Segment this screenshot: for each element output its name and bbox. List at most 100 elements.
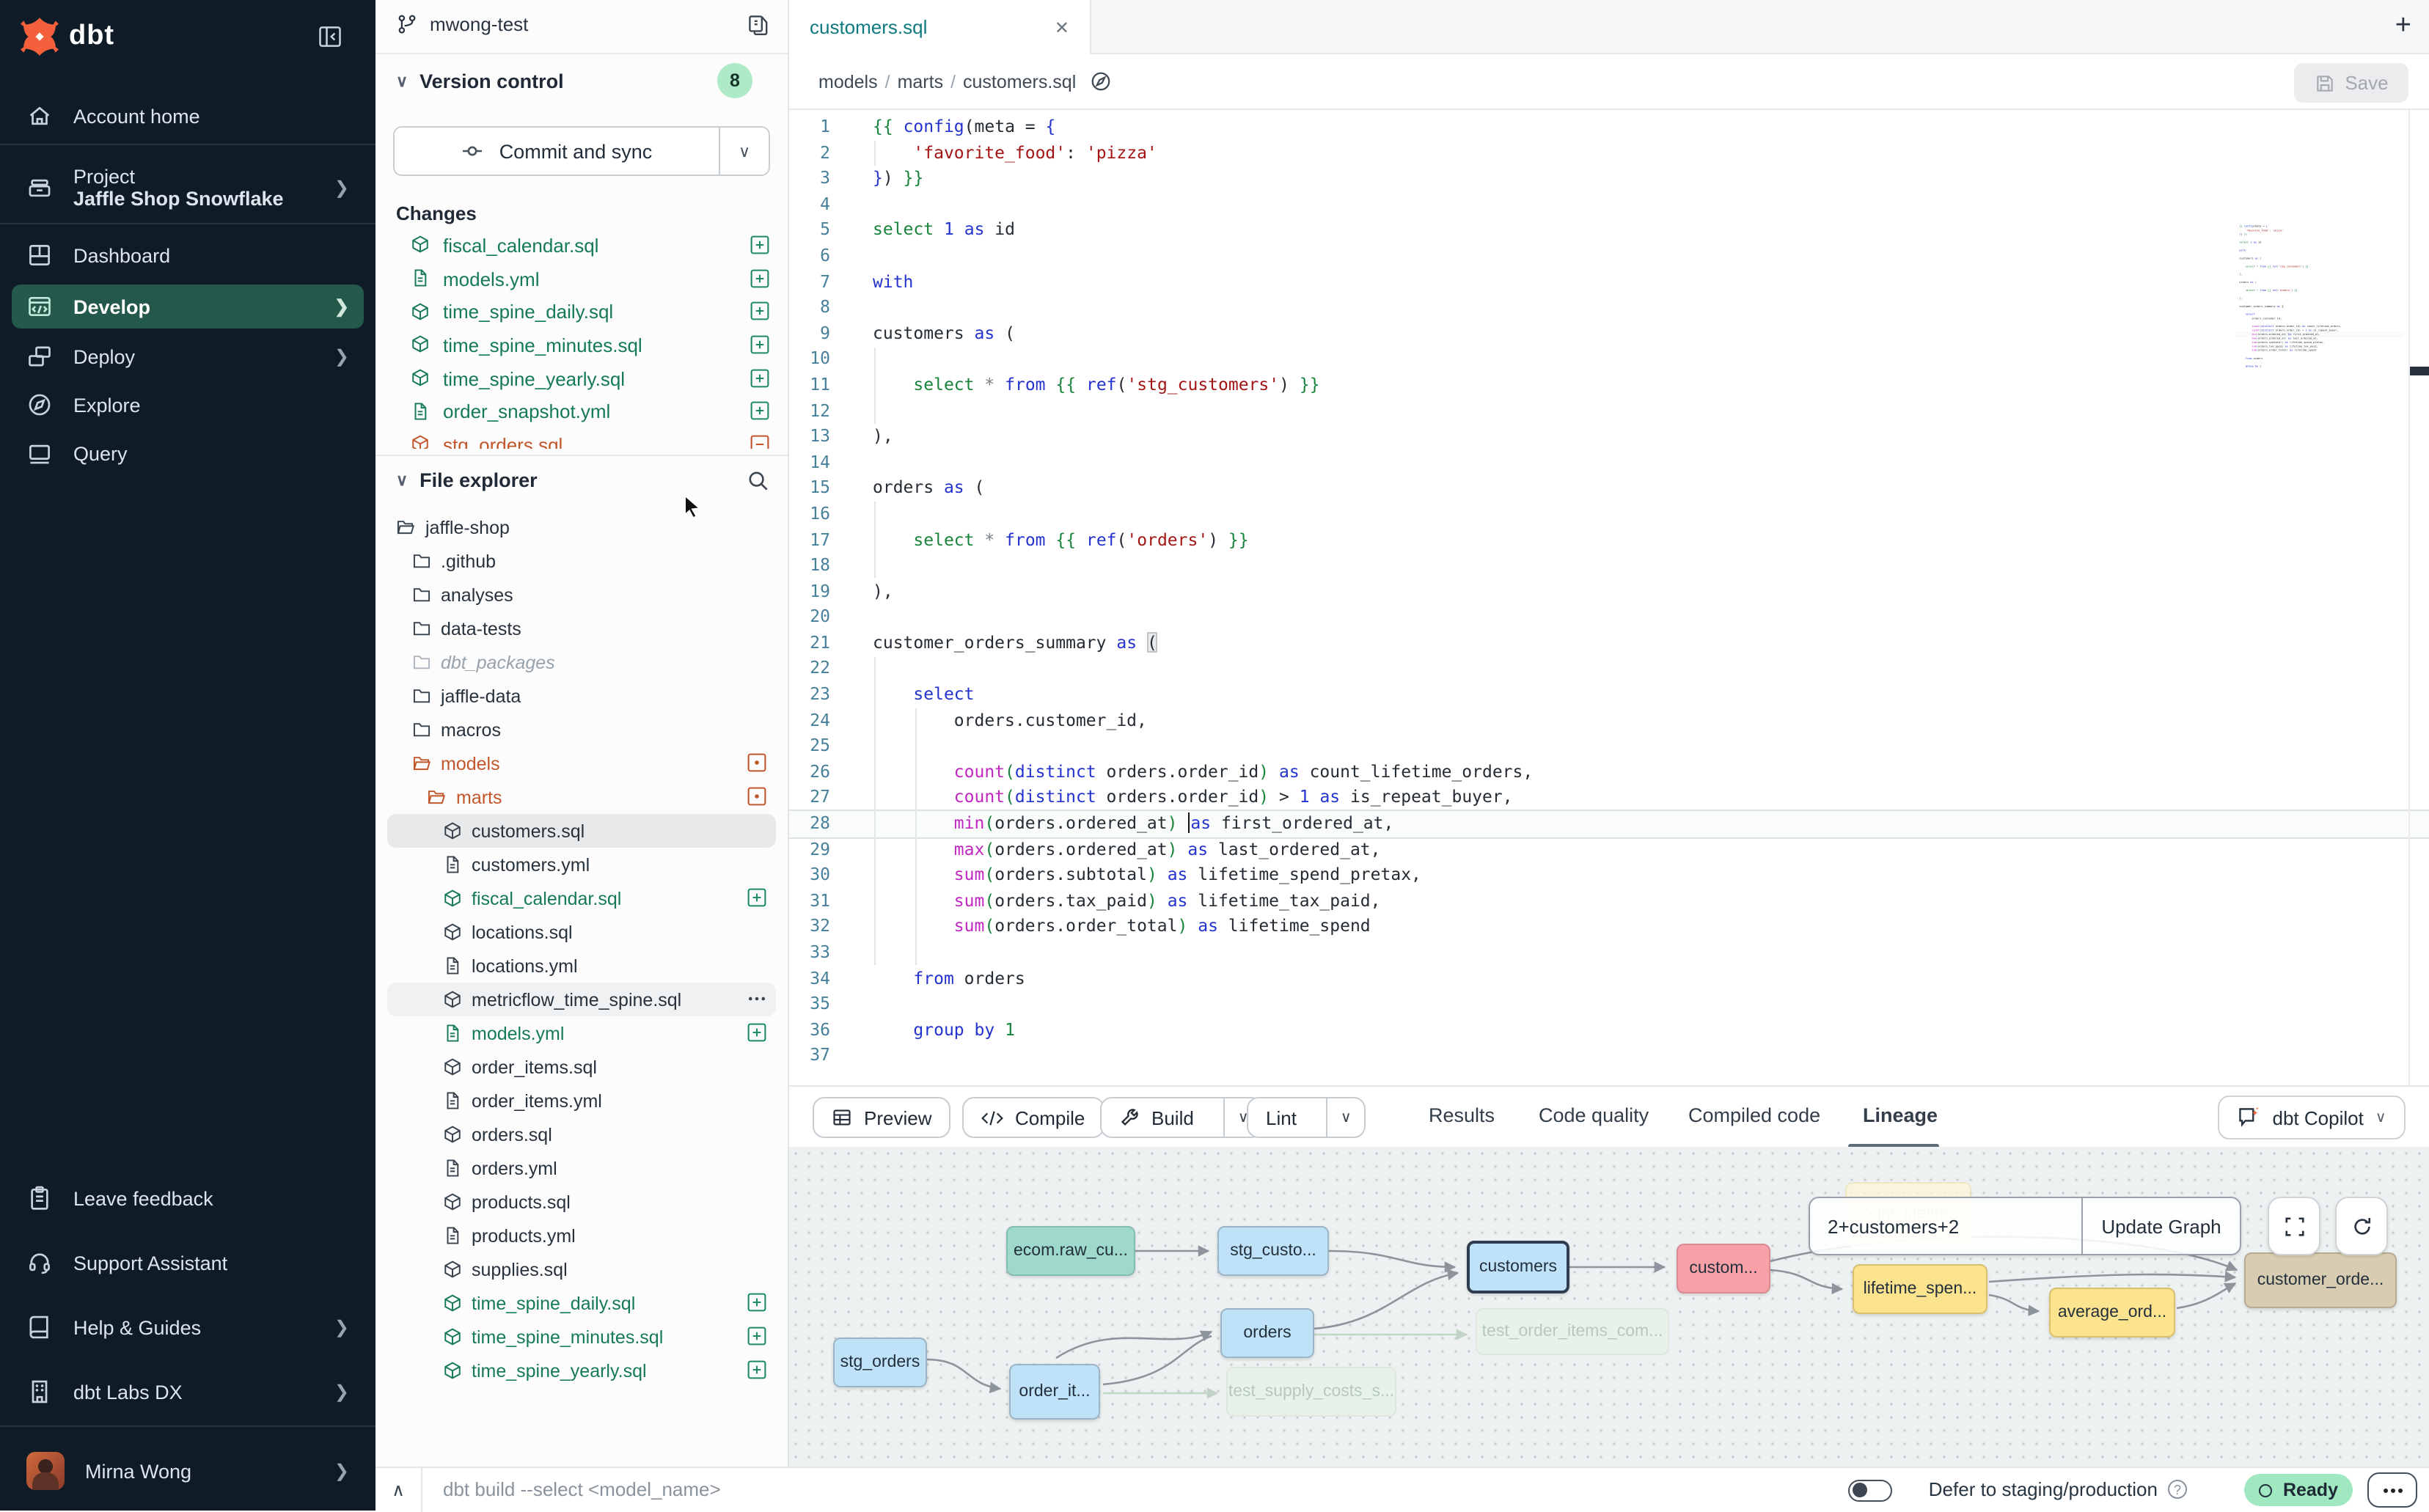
lineage-node-stg_orders[interactable]: stg_orders — [833, 1337, 927, 1387]
code-line-31[interactable]: 31 sum(orders.tax_paid) as lifetime_tax_… — [789, 889, 2429, 914]
minimap[interactable]: 1{{ config(meta = {2 'favorite_food': 'p… — [2235, 224, 2408, 437]
sidebar-item-query[interactable]: Query — [12, 431, 364, 475]
stage-plus-icon[interactable] — [750, 368, 770, 389]
file-row-data-tests[interactable]: data-tests — [387, 612, 776, 645]
code-line-27[interactable]: 27 count(distinct orders.order_id) > 1 a… — [789, 785, 2429, 811]
file-row-marts[interactable]: marts — [387, 780, 776, 814]
code-line-21[interactable]: 21customer_orders_summary as ( — [789, 631, 2429, 656]
code-line-15[interactable]: 15orders as ( — [789, 476, 2429, 502]
code-line-26[interactable]: 26 count(distinct orders.order_id) as co… — [789, 760, 2429, 785]
file-row-orders.sql[interactable]: orders.sql — [387, 1118, 776, 1151]
lineage-node-order_it[interactable]: order_it... — [1009, 1364, 1100, 1420]
more-options-button[interactable] — [2367, 1472, 2417, 1508]
stage-plus-icon[interactable] — [750, 401, 770, 422]
file-row-customers.sql[interactable]: customers.sql — [387, 814, 776, 848]
stage-plus-icon[interactable] — [750, 334, 770, 355]
tab-compiled-code[interactable]: Compiled code — [1688, 1104, 1820, 1126]
change-row[interactable]: stg_orders.sql — [375, 428, 788, 449]
code-line-30[interactable]: 30 sum(orders.subtotal) as lifetime_spen… — [789, 862, 2429, 888]
commit-dropdown[interactable]: ∨ — [719, 128, 769, 175]
code-line-11[interactable]: 11 select * from {{ ref('stg_customers')… — [789, 373, 2429, 398]
file-row-models.yml[interactable]: models.yml — [387, 1016, 776, 1050]
preview-button[interactable]: Preview — [813, 1097, 951, 1138]
status-badge[interactable]: Ready — [2245, 1474, 2353, 1506]
code-line-37[interactable]: 37 — [2235, 368, 2403, 372]
change-row[interactable]: time_spine_daily.sql — [375, 296, 788, 329]
close-icon[interactable]: ✕ — [1055, 17, 1069, 37]
file-row-metricflow_time_spine.sql[interactable]: metricflow_time_spine.sql — [387, 983, 776, 1016]
file-row-order_items.yml[interactable]: order_items.yml — [387, 1084, 776, 1118]
lineage-node-average_ord[interactable]: average_ord... — [2049, 1288, 2175, 1337]
new-tab-icon[interactable]: + — [2395, 10, 2411, 43]
fullscreen-button[interactable] — [2268, 1197, 2320, 1255]
stage-plus-icon[interactable] — [747, 1292, 767, 1313]
code-line-8[interactable]: 8 — [789, 295, 2429, 320]
sidebar-item-dashboard[interactable]: Dashboard — [12, 233, 364, 277]
file-row-.github[interactable]: .github — [387, 544, 776, 578]
code-line-7[interactable]: 7with — [789, 269, 2429, 295]
lineage-node-customers[interactable]: customers — [1467, 1241, 1569, 1293]
collapse-sidebar-icon[interactable] — [317, 23, 343, 50]
breadcrumb-file[interactable]: customers.sql — [963, 71, 1076, 92]
lint-dropdown[interactable]: ∨ — [1326, 1098, 1365, 1137]
orb-icon[interactable] — [1089, 70, 1111, 92]
code-line-12[interactable]: 12 — [789, 398, 2429, 424]
code-line-33[interactable]: 33 — [789, 940, 2429, 966]
code-line-1[interactable]: 1{{ config(meta = { — [789, 114, 2429, 140]
sidebar-item-develop[interactable]: Develop ❯ — [12, 285, 364, 329]
code-line-25[interactable]: 25 — [789, 734, 2429, 760]
code-editor[interactable]: 1{{ config(meta = {2 'favorite_food': 'p… — [789, 110, 2429, 1085]
lineage-canvas[interactable]: ecom.raw_cu... stg_custo... customers custo… — [789, 1147, 2429, 1467]
code-line-34[interactable]: 34 from orders — [789, 966, 2429, 991]
file-row-locations.sql[interactable]: locations.sql — [387, 915, 776, 949]
file-row-jaffle-data[interactable]: jaffle-data — [387, 679, 776, 713]
file-row-products.yml[interactable]: products.yml — [387, 1219, 776, 1252]
build-button[interactable]: Build ∨ — [1100, 1097, 1264, 1138]
stage-plus-icon[interactable] — [747, 887, 767, 908]
save-button[interactable]: Save — [2294, 63, 2408, 103]
stage-plus-icon[interactable] — [747, 1326, 767, 1346]
code-line-14[interactable]: 14 — [789, 449, 2429, 475]
code-line-3[interactable]: 3}) }} — [789, 166, 2429, 191]
tab-results[interactable]: Results — [1429, 1104, 1495, 1126]
sidebar-item-help-guides[interactable]: Help & Guides ❯ — [12, 1305, 364, 1349]
code-line-6[interactable]: 6 — [789, 243, 2429, 269]
sidebar-item-deploy[interactable]: Deploy ❯ — [12, 334, 364, 378]
code-line-29[interactable]: 29 max(orders.ordered_at) as last_ordere… — [789, 837, 2429, 862]
stage-plus-icon[interactable] — [747, 1359, 767, 1380]
code-line-17[interactable]: 17 select * from {{ ref('orders') }} — [789, 527, 2429, 553]
code-line-32[interactable]: 32 sum(orders.order_total) as lifetime_s… — [789, 914, 2429, 940]
defer-toggle[interactable] — [1848, 1480, 1892, 1502]
lineage-node-stg_custo[interactable]: stg_custo... — [1217, 1226, 1329, 1276]
file-row-order_items.sql[interactable]: order_items.sql — [387, 1050, 776, 1084]
sidebar-item-leave-feedback[interactable]: Leave feedback — [12, 1176, 364, 1220]
change-row[interactable]: time_spine_yearly.sql — [375, 362, 788, 395]
tab-customers-sql[interactable]: customers.sql ✕ — [789, 0, 1091, 54]
code-line-2[interactable]: 2 'favorite_food': 'pizza' — [789, 140, 2429, 166]
lineage-node-ecomraw_cu[interactable]: ecom.raw_cu... — [1006, 1226, 1135, 1276]
change-row[interactable]: order_snapshot.yml — [375, 395, 788, 428]
file-explorer-header[interactable]: ∨ File explorer — [396, 469, 770, 491]
code-line-24[interactable]: 24 orders.customer_id, — [789, 708, 2429, 733]
file-row-time_spine_minutes.sql[interactable]: time_spine_minutes.sql — [387, 1320, 776, 1354]
sidebar-item-dbt-labs-dx[interactable]: dbt Labs DX ❯ — [12, 1370, 364, 1414]
row-menu-icon[interactable] — [747, 988, 767, 1009]
tab-lineage[interactable]: Lineage — [1863, 1104, 1938, 1126]
sidebar-item-account-home[interactable]: Account home — [12, 94, 364, 138]
code-line-20[interactable]: 20 — [789, 605, 2429, 631]
sidebar-item-support-assistant[interactable]: Support Assistant — [12, 1241, 364, 1285]
lineage-node-test_order_items_com[interactable]: test_order_items_com... — [1476, 1308, 1669, 1355]
dbt-copilot-button[interactable]: dbt Copilot ∨ — [2218, 1096, 2406, 1139]
lineage-node-custom[interactable]: custom... — [1677, 1244, 1770, 1293]
lint-button[interactable]: Lint ∨ — [1247, 1097, 1366, 1138]
copy-icon[interactable] — [747, 13, 770, 37]
code-line-28[interactable]: 28 min(orders.ordered_at) as first_order… — [789, 811, 2429, 837]
sidebar-item-explore[interactable]: Explore — [12, 383, 364, 427]
refresh-button[interactable] — [2335, 1197, 2388, 1255]
commit-and-sync-button[interactable]: Commit and sync ∨ — [393, 126, 770, 176]
lineage-node-test_supply_costs_s[interactable]: test_supply_costs_s... — [1226, 1367, 1396, 1417]
git-branch[interactable]: mwong-test — [396, 13, 528, 35]
lineage-node-lifetime_spen[interactable]: lifetime_spen... — [1853, 1264, 1987, 1314]
code-line-9[interactable]: 9customers as ( — [789, 321, 2429, 347]
file-row-orders.yml[interactable]: orders.yml — [387, 1151, 776, 1185]
